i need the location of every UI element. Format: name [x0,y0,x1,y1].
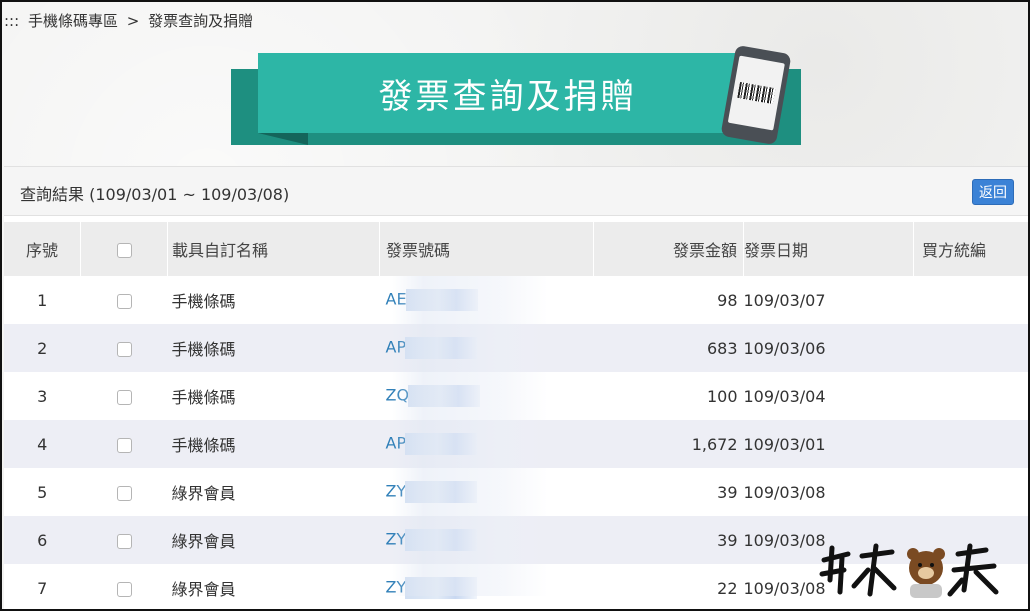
invoice-link[interactable]: ZY [386,578,407,597]
banner-title: 發票查詢及捐贈 [378,76,638,117]
row-checkbox[interactable] [116,485,132,501]
redaction-blur [405,577,478,599]
invoice-link[interactable]: ZY [386,482,407,501]
redaction-blur [405,337,478,359]
cell-invoice-no: AP [379,420,594,468]
redaction-blur [405,481,478,503]
row-checkbox[interactable] [116,341,132,357]
cell-date: 109/03/04 [743,372,914,420]
cell-buyer-id [913,420,1028,468]
header-amount: 發票金額 [593,222,744,276]
cell-amount: 1,672 [593,420,744,468]
cell-amount: 22 [593,564,744,609]
cell-invoice-no: ZY [379,564,594,609]
cell-seq: 1 [4,276,81,324]
redaction-blur [405,433,478,455]
header-date: 發票日期 [743,222,914,276]
cell-select [80,372,168,420]
cell-seq: 7 [4,564,81,609]
header-seq: 序號 [4,222,81,276]
cell-amount: 683 [593,324,744,372]
redaction-blur [408,385,481,407]
invoice-link[interactable]: AP [386,434,407,453]
cell-date: 109/03/07 [743,276,914,324]
cell-seq: 5 [4,468,81,516]
signature-watermark-logo [819,543,999,598]
breadcrumb-prefix: ::: [4,12,20,30]
cell-buyer-id [913,372,1028,420]
table-row: 2 手機條碼 AP 683 109/03/06 [4,324,1028,372]
table-row: 5 綠界會員 ZY 39 109/03/08 [4,468,1028,516]
redaction-blur [405,529,478,551]
row-checkbox[interactable] [116,293,132,309]
cell-invoice-no: AP [379,324,594,372]
page-banner: 發票查詢及捐贈 [231,44,803,149]
header-carrier-name: 載具自訂名稱 [167,222,380,276]
invoice-link[interactable]: ZY [386,530,407,549]
header-buyer-id: 買方統編 [913,222,1028,276]
cell-select [80,420,168,468]
cell-buyer-id [913,468,1028,516]
result-caption: 查詢結果 (109/03/01 ~ 109/03/08) [20,185,290,204]
cell-amount: 39 [593,468,744,516]
cell-select [80,516,168,564]
header-select-all [80,222,168,276]
cell-carrier-name: 綠界會員 [167,564,380,609]
cell-select [80,276,168,324]
cell-select [80,468,168,516]
select-all-checkbox[interactable] [116,242,132,258]
cell-date: 109/03/08 [743,468,914,516]
cell-carrier-name: 手機條碼 [167,276,380,324]
cell-select [80,564,168,609]
row-checkbox[interactable] [116,581,132,597]
cell-carrier-name: 綠界會員 [167,468,380,516]
invoice-link[interactable]: AE [386,290,407,309]
cell-date: 109/03/01 [743,420,914,468]
redaction-blur [405,289,478,311]
cell-carrier-name: 綠界會員 [167,516,380,564]
table-row: 3 手機條碼 ZQ 100 109/03/04 [4,372,1028,420]
cell-carrier-name: 手機條碼 [167,420,380,468]
cell-amount: 98 [593,276,744,324]
breadcrumb-separator: > [126,12,140,30]
cell-amount: 100 [593,372,744,420]
cell-amount: 39 [593,516,744,564]
row-checkbox[interactable] [116,389,132,405]
cell-select [80,324,168,372]
cell-carrier-name: 手機條碼 [167,324,380,372]
table-row: 4 手機條碼 AP 1,672 109/03/01 [4,420,1028,468]
cell-buyer-id [913,276,1028,324]
header-invoice-no: 發票號碼 [379,222,594,276]
result-header: 查詢結果 (109/03/01 ~ 109/03/08) 返回 [4,166,1028,216]
cell-seq: 2 [4,324,81,372]
cell-seq: 6 [4,516,81,564]
row-checkbox[interactable] [116,437,132,453]
cell-date: 109/03/06 [743,324,914,372]
cell-seq: 4 [4,420,81,468]
invoice-link[interactable]: ZQ [386,386,410,405]
row-checkbox[interactable] [116,533,132,549]
cell-invoice-no: ZY [379,468,594,516]
breadcrumb: ::: 手機條碼專區 > 發票查詢及捐贈 [4,10,257,31]
cell-invoice-no: AE [379,276,594,324]
cell-carrier-name: 手機條碼 [167,372,380,420]
cell-invoice-no: ZQ [379,372,594,420]
back-button[interactable]: 返回 [972,179,1014,205]
table-header-row: 序號 載具自訂名稱 發票號碼 發票金額 發票日期 買方統編 [4,222,1028,276]
breadcrumb-current: 發票查詢及捐贈 [148,12,254,30]
cell-buyer-id [913,324,1028,372]
table-row: 1 手機條碼 AE 98 109/03/07 [4,276,1028,324]
breadcrumb-link-section[interactable]: 手機條碼專區 [28,12,118,30]
invoice-link[interactable]: AP [386,338,407,357]
cell-seq: 3 [4,372,81,420]
page-frame: ::: 手機條碼專區 > 發票查詢及捐贈 發票查詢及捐贈 查詢結果 (109/0… [0,0,1030,611]
cell-invoice-no: ZY [379,516,594,564]
